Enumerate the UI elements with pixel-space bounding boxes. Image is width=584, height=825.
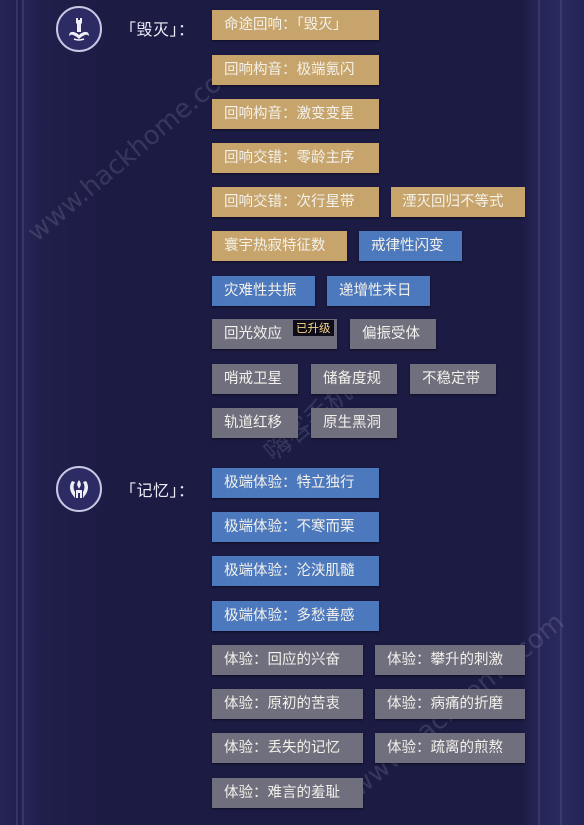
blessing-tag[interactable]: 递增性末日: [327, 276, 430, 306]
blessing-tag[interactable]: 轨道红移: [212, 408, 298, 438]
destruction-path-icon: [56, 6, 102, 52]
blessing-tag[interactable]: 回响构音：极端氪闪: [212, 55, 379, 85]
blessing-tag[interactable]: 原生黑洞: [311, 408, 397, 438]
blessing-tag[interactable]: 体验：丢失的记忆: [212, 733, 363, 763]
blessing-tag[interactable]: 体验：回应的兴奋: [212, 645, 363, 675]
blessing-tag[interactable]: 体验：攀升的刺激: [375, 645, 525, 675]
border-stripe: [22, 0, 24, 825]
border-stripe: [560, 0, 562, 825]
blessing-tag[interactable]: 命途回响：「毁灭」: [212, 10, 379, 40]
blessing-tag[interactable]: 不稳定带: [410, 364, 496, 394]
blessing-tag[interactable]: 灾难性共振: [212, 276, 315, 306]
blessing-tag[interactable]: 储备度规: [311, 364, 397, 394]
blessing-tag[interactable]: 体验：难言的羞耻: [212, 778, 363, 808]
blessing-tag-label: 回光效应: [224, 326, 282, 342]
blessing-tag[interactable]: 极端体验：沦浃肌髓: [212, 556, 379, 586]
blessing-tag[interactable]: 回响构音：激变变星: [212, 99, 379, 129]
upgraded-badge: 已升级: [293, 320, 334, 336]
blessing-tag[interactable]: 湮灭回归不等式: [391, 187, 525, 217]
blessing-tag[interactable]: 回响交错：零龄主序: [212, 143, 379, 173]
blessing-tag[interactable]: 体验：病痛的折磨: [375, 689, 525, 719]
blessing-tag[interactable]: 极端体验：多愁善感: [212, 601, 379, 631]
border-stripe: [538, 0, 540, 825]
remembrance-path-icon: [56, 466, 102, 512]
blessing-list-page: www.hackhome.com 嗨客手机站 www.hackhome.com …: [0, 0, 584, 825]
blessing-tag[interactable]: 哨戒卫星: [212, 364, 298, 394]
blessing-tag[interactable]: 极端体验：特立独行: [212, 468, 379, 498]
blessing-tag[interactable]: 极端体验：不寒而栗: [212, 512, 379, 542]
path-label: 「记忆」：: [120, 481, 195, 500]
blessing-tag[interactable]: 体验：疏离的煎熬: [375, 733, 525, 763]
blessing-tag[interactable]: 偏振受体: [350, 319, 436, 349]
blessing-tag[interactable]: 体验：原初的苦衷: [212, 689, 363, 719]
blessing-tag[interactable]: 寰宇热寂特征数: [212, 231, 347, 261]
path-label: 「毁灭」：: [120, 20, 195, 39]
blessing-tag[interactable]: 回响交错：次行星带: [212, 187, 379, 217]
border-stripe: [16, 0, 18, 825]
blessing-tag[interactable]: 戒律性闪变: [359, 231, 462, 261]
